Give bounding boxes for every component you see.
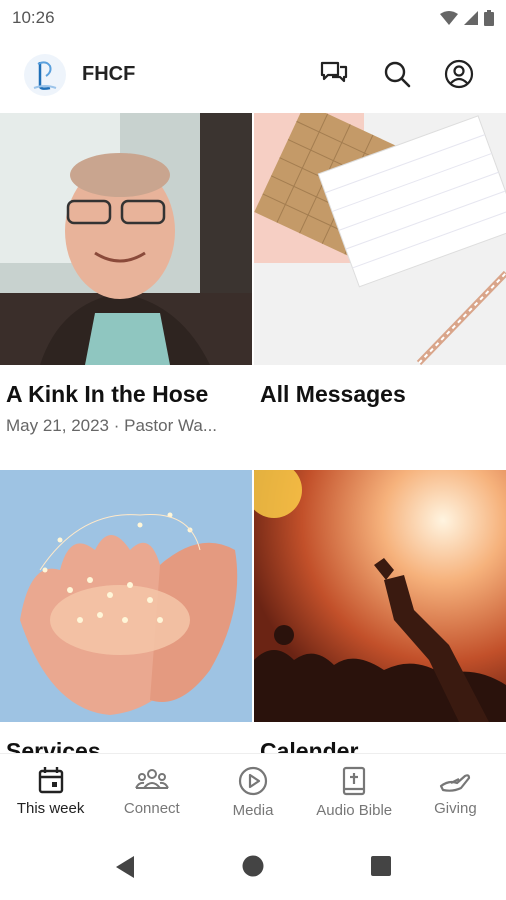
logo-icon: [33, 61, 57, 90]
status-icons: [440, 10, 494, 26]
account-button[interactable]: [441, 56, 477, 92]
card-subtitle: May 21, 2023 · Pastor Wa...: [6, 416, 218, 435]
nav-connect[interactable]: Connect: [101, 754, 202, 834]
battery-icon: [484, 10, 494, 26]
card-services[interactable]: Services: [0, 470, 252, 753]
card-title: All Messages: [260, 381, 406, 407]
chat-button[interactable]: [316, 56, 352, 92]
status-bar: 10:26: [0, 0, 506, 36]
nav-label: Giving: [434, 800, 477, 817]
all-messages-image: [254, 113, 506, 365]
bottom-nav: This week Connect Media Audio Bible Givi…: [0, 753, 506, 834]
nav-media[interactable]: Media: [202, 754, 303, 834]
card-title: A Kink In the Hose: [6, 381, 209, 407]
card-title: Services: [6, 738, 101, 753]
home-icon[interactable]: [242, 855, 264, 877]
card-title: Calender: [260, 738, 359, 753]
content-grid: A Kink In the Hose May 21, 2023 · Pastor…: [0, 113, 506, 753]
nav-label: Audio Bible: [316, 802, 393, 819]
app-title: FHCF: [82, 63, 136, 85]
signal-icon: [464, 11, 478, 25]
recents-icon[interactable]: [370, 855, 392, 877]
giving-icon: [440, 774, 471, 792]
nav-label: Media: [232, 802, 274, 819]
bible-icon: [343, 766, 366, 796]
nav-label: This week: [16, 800, 85, 817]
search-icon: [384, 61, 411, 88]
card-all-messages[interactable]: All Messages: [254, 113, 506, 408]
chat-icon: [320, 61, 348, 83]
church-logo: [24, 54, 66, 96]
nav-giving[interactable]: Giving: [405, 754, 506, 834]
nav-label: Connect: [123, 800, 180, 817]
sermon-image: [0, 113, 252, 365]
search-button[interactable]: [379, 56, 415, 92]
account-icon: [444, 59, 474, 89]
app-bar: FHCF: [0, 44, 506, 104]
card-sermon[interactable]: A Kink In the Hose May 21, 2023 · Pastor…: [0, 113, 252, 436]
calendar-image: [254, 470, 506, 722]
card-calendar[interactable]: Calender: [254, 470, 506, 753]
back-icon[interactable]: [114, 855, 136, 879]
people-icon: [134, 769, 169, 789]
nav-audio-bible[interactable]: Audio Bible: [304, 754, 405, 834]
calendar-icon: [38, 767, 63, 794]
wifi-icon: [440, 11, 458, 25]
nav-this-week[interactable]: This week: [0, 754, 101, 834]
services-image: [0, 470, 252, 722]
status-time: 10:26: [12, 8, 55, 27]
play-icon: [238, 766, 268, 796]
system-nav-bar: [0, 833, 506, 900]
